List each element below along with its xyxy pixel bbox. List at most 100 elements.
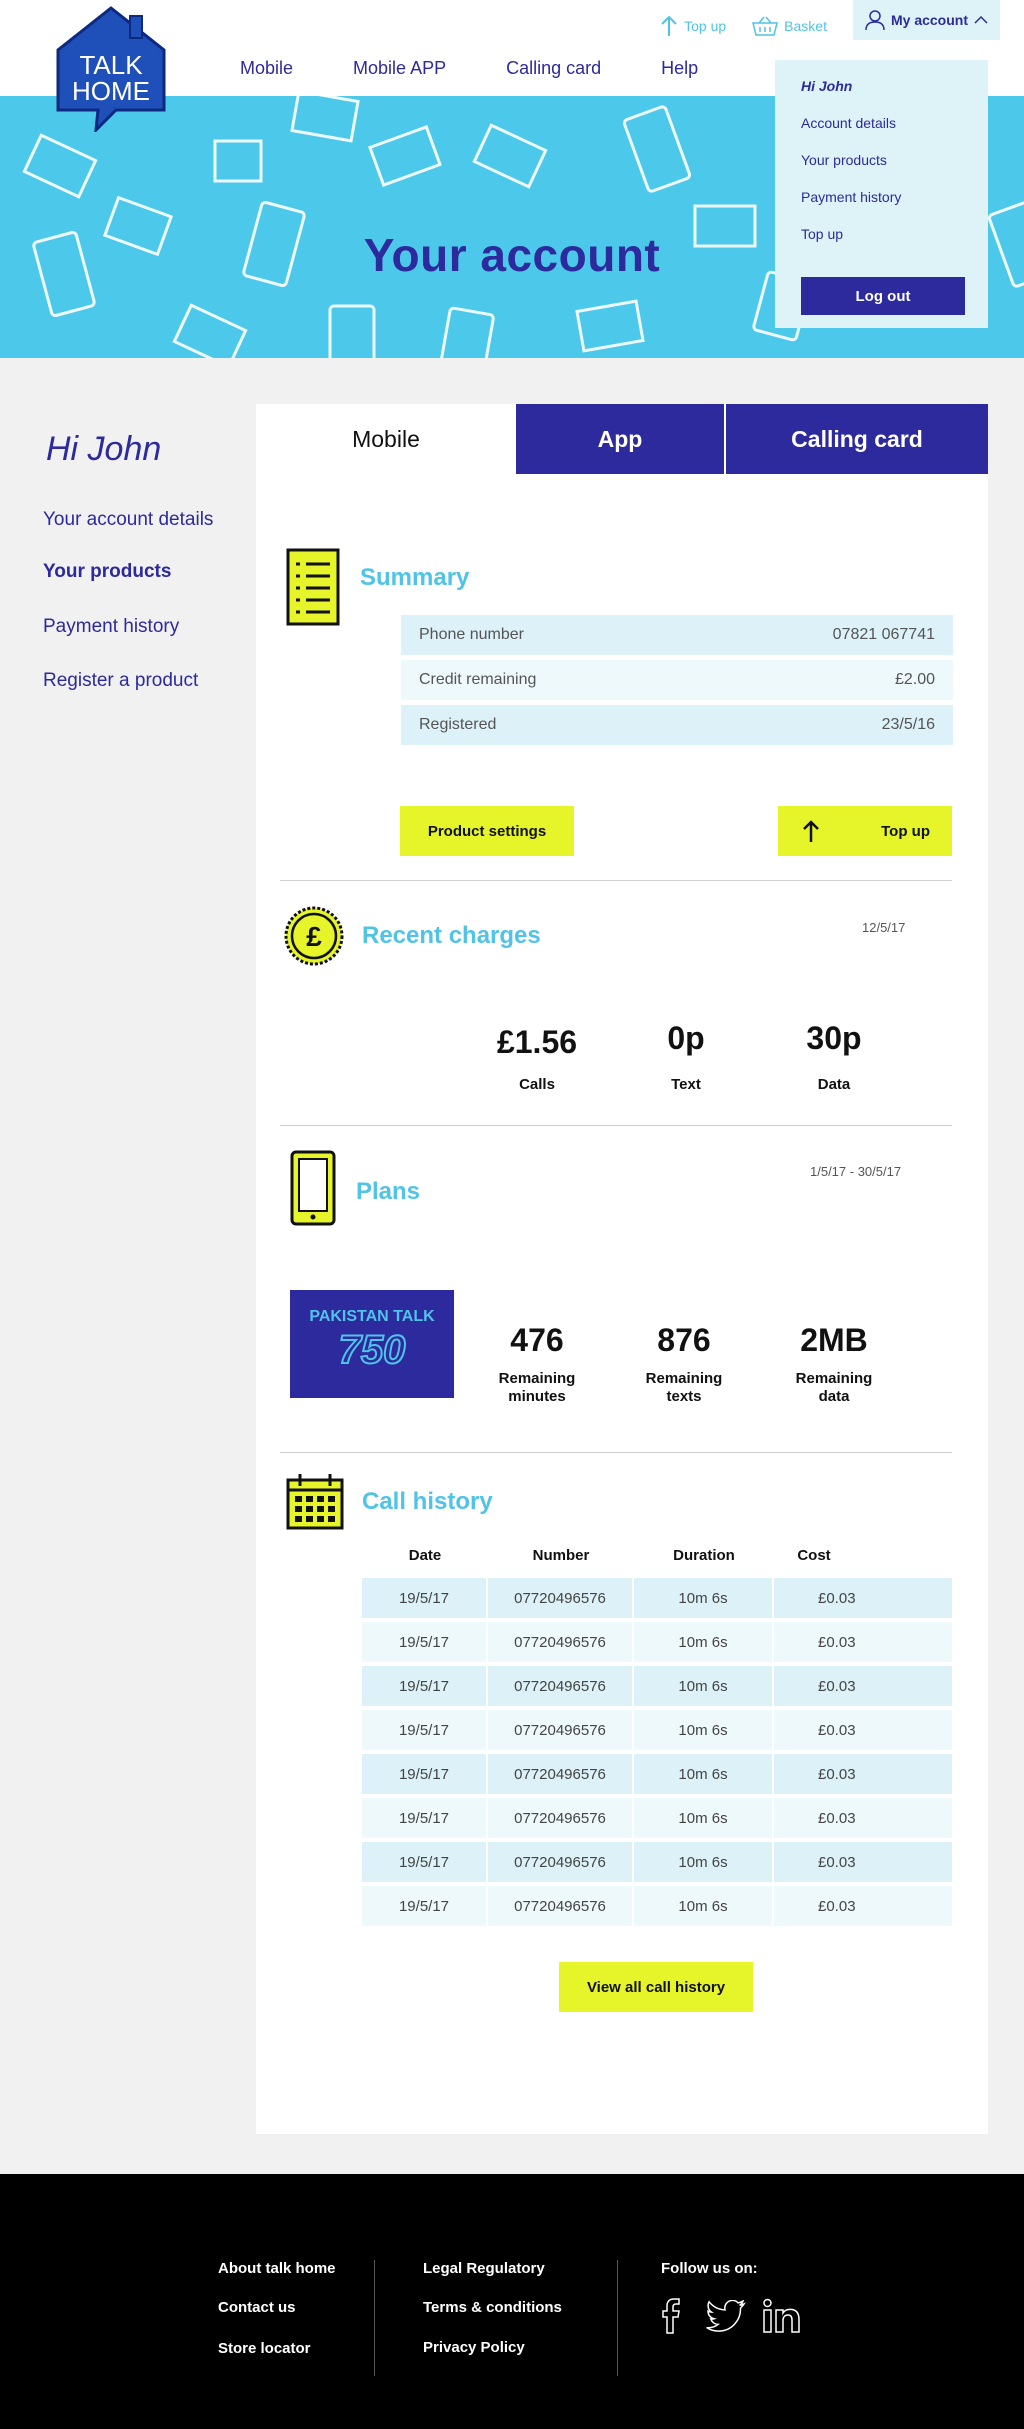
util-topup-label: Top up: [684, 18, 727, 34]
call-cost-cell: £0.03: [818, 1721, 856, 1739]
nav-mobile[interactable]: Mobile: [240, 58, 293, 79]
call-cost-cell: £0.03: [818, 1677, 856, 1695]
topup-button-label: Top up: [881, 822, 930, 840]
util-basket-link[interactable]: Basket: [752, 16, 827, 36]
call-duration-cell: 10m 6s: [634, 1622, 774, 1662]
sidebar-item-account-details[interactable]: Your account details: [43, 509, 213, 531]
col-header-duration: Duration: [673, 1547, 735, 1564]
my-account-toggle[interactable]: My account: [852, 0, 1000, 40]
call-date-cell: 19/5/17: [362, 1666, 488, 1706]
arrow-up-icon: [803, 820, 819, 842]
tab-mobile[interactable]: Mobile: [256, 404, 516, 474]
call-number-cell: 07720496576: [488, 1710, 634, 1750]
table-row: 19/5/17 07720496576 10m 6s £0.03: [362, 1622, 952, 1662]
account-dropdown: Hi John Account details Your products Pa…: [775, 60, 988, 328]
call-date-cell: 19/5/17: [362, 1710, 488, 1750]
footer-legal[interactable]: Legal Regulatory: [423, 2260, 545, 2277]
remaining-minutes-value: 476: [510, 1322, 564, 1358]
summary-value: £2.00: [894, 671, 935, 688]
call-date-cell: 19/5/17: [362, 1578, 488, 1618]
sidebar-greeting: Hi John: [46, 430, 162, 468]
call-number-cell: 07720496576: [488, 1622, 634, 1662]
divider: [280, 880, 952, 881]
logout-button[interactable]: Log out: [801, 277, 965, 315]
summary-label: Credit remaining: [419, 671, 537, 688]
table-row: 19/5/17 07720496576 10m 6s £0.03: [362, 1666, 952, 1706]
calendar-icon: [286, 1474, 344, 1530]
sidebar-item-your-products[interactable]: Your products: [43, 561, 171, 583]
plans-date-range: 1/5/17 - 30/5/17: [810, 1164, 902, 1179]
footer-terms[interactable]: Terms & conditions: [423, 2299, 562, 2316]
tab-app[interactable]: App: [516, 404, 726, 474]
charge-calls-value: £1.56: [496, 1024, 578, 1060]
summary-label: Phone number: [419, 626, 524, 643]
sidebar-item-payment-history[interactable]: Payment history: [43, 616, 179, 638]
summary-label: Registered: [419, 716, 497, 733]
summary-value: 23/5/16: [881, 716, 935, 733]
col-header-number: Number: [532, 1547, 590, 1564]
talk-home-logo[interactable]: TALK HOME: [56, 6, 166, 135]
footer-privacy[interactable]: Privacy Policy: [423, 2339, 525, 2356]
summary-list-icon: [286, 548, 340, 626]
call-cost-cell: £0.03: [818, 1897, 856, 1915]
call-date-cell: 19/5/17: [362, 1754, 488, 1794]
footer-contact[interactable]: Contact us: [218, 2299, 296, 2316]
site-footer: About talk home Contact us Store locator…: [0, 2174, 1024, 2429]
nav-calling-card[interactable]: Calling card: [506, 58, 601, 79]
call-date-cell: 19/5/17: [362, 1622, 488, 1662]
view-all-call-history-button[interactable]: View all call history: [559, 1962, 753, 2012]
product-tabs: Mobile App Calling card: [256, 404, 988, 474]
nav-mobile-app[interactable]: Mobile APP: [353, 58, 446, 79]
summary-row-credit: Credit remaining £2.00: [401, 660, 953, 700]
main-nav: Mobile Mobile APP Calling card Help: [240, 58, 758, 79]
footer-follow-label: Follow us on:: [661, 2260, 758, 2277]
call-number-cell: 07720496576: [488, 1886, 634, 1926]
utility-bar: Top up Basket My account: [660, 0, 1000, 40]
table-row: 19/5/17 07720496576 10m 6s £0.03: [362, 1710, 952, 1750]
pound-coin-icon: £: [284, 906, 344, 966]
call-date-cell: 19/5/17: [362, 1842, 488, 1882]
call-number-cell: 07720496576: [488, 1798, 634, 1838]
call-cost-cell: £0.03: [818, 1809, 856, 1827]
call-duration-cell: 10m 6s: [634, 1710, 774, 1750]
charge-data-label: Data: [817, 1076, 851, 1093]
table-row: 19/5/17 07720496576 10m 6s £0.03: [362, 1578, 952, 1618]
dropdown-user-name: Hi John: [801, 78, 853, 94]
footer-about[interactable]: About talk home: [218, 2260, 336, 2277]
plan-name: PAKISTAN TALK: [309, 1308, 435, 1325]
call-duration-cell: 10m 6s: [634, 1754, 774, 1794]
dropdown-top-up[interactable]: Top up: [801, 226, 988, 242]
stat-label-line1: Remaining: [795, 1370, 873, 1387]
dropdown-payment-history[interactable]: Payment history: [801, 189, 988, 205]
divider: [280, 1452, 952, 1453]
dropdown-account-details[interactable]: Account details: [801, 115, 988, 131]
tab-calling-card[interactable]: Calling card: [726, 404, 988, 474]
product-settings-button[interactable]: Product settings: [400, 806, 574, 856]
linkedin-icon[interactable]: [762, 2298, 802, 2334]
my-account-label: My account: [890, 12, 968, 28]
call-cost-cell: £0.03: [818, 1589, 856, 1607]
call-duration-cell: 10m 6s: [634, 1842, 774, 1882]
twitter-icon[interactable]: [706, 2300, 746, 2332]
facebook-icon[interactable]: [660, 2298, 680, 2334]
sidebar-item-register-product[interactable]: Register a product: [43, 670, 198, 692]
table-row: 19/5/17 07720496576 10m 6s £0.03: [362, 1754, 952, 1794]
stat-label-line2: texts: [666, 1388, 702, 1405]
dropdown-your-products[interactable]: Your products: [801, 152, 988, 168]
recent-charges-title: Recent charges: [362, 922, 541, 949]
footer-store-locator[interactable]: Store locator: [218, 2340, 311, 2357]
user-icon: [865, 10, 885, 30]
nav-help[interactable]: Help: [661, 58, 698, 79]
call-duration-cell: 10m 6s: [634, 1886, 774, 1926]
stat-label-line2: minutes: [508, 1388, 566, 1405]
charge-calls-label: Calls: [519, 1076, 555, 1093]
remaining-data-label: Remaining data: [774, 1370, 894, 1406]
topup-button[interactable]: Top up: [778, 806, 952, 856]
util-topup-link[interactable]: Top up: [660, 15, 726, 37]
mobile-phone-icon: [290, 1150, 336, 1226]
summary-row-registered: Registered 23/5/16: [401, 705, 953, 745]
remaining-texts-value: 876: [657, 1322, 711, 1358]
call-number-cell: 07720496576: [488, 1666, 634, 1706]
charges-date: 12/5/17: [862, 920, 906, 935]
table-row: 19/5/17 07720496576 10m 6s £0.03: [362, 1798, 952, 1838]
